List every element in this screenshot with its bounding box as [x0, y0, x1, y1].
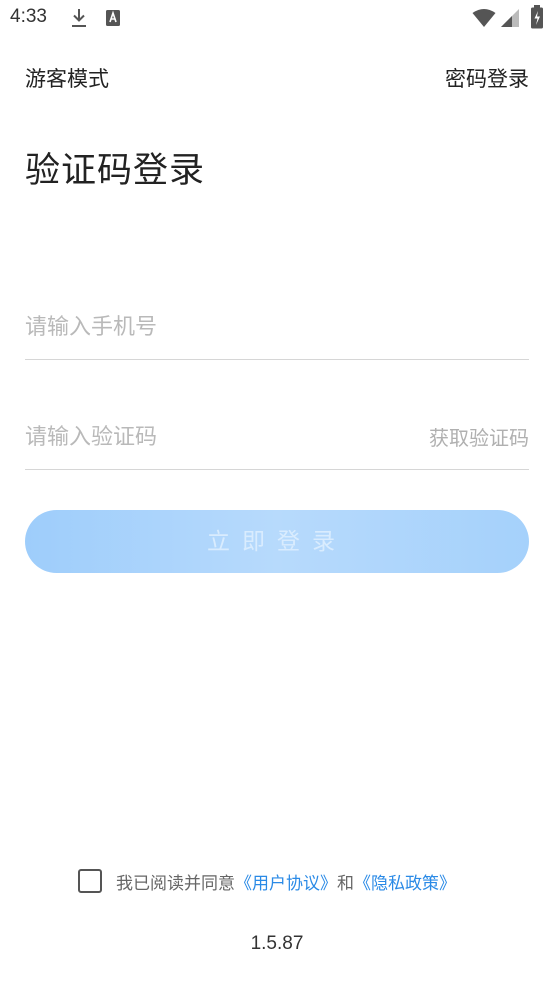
code-field-row: 获取验证码	[25, 412, 529, 470]
top-nav: 游客模式 密码登录	[0, 55, 554, 99]
get-code-button[interactable]: 获取验证码	[429, 422, 529, 451]
download-icon	[72, 9, 86, 27]
agreement-checkbox[interactable]	[78, 869, 102, 893]
guest-mode-link[interactable]: 游客模式	[25, 63, 109, 93]
signal-icon	[501, 9, 519, 27]
battery-icon	[531, 5, 543, 29]
user-agreement-link[interactable]: 《用户协议》	[235, 869, 337, 894]
login-button[interactable]: 立即登录	[25, 510, 529, 573]
verification-code-input[interactable]	[25, 412, 405, 462]
wifi-icon	[472, 9, 496, 27]
status-bar: 4:33	[0, 0, 554, 38]
status-time: 4:33	[10, 6, 47, 27]
agreement-prefix: 我已阅读并同意	[116, 873, 235, 894]
login-screen: 4:33 游客模式 密码登录 验证码登录 获取验证码	[0, 0, 554, 984]
phone-field-row	[25, 302, 529, 360]
page-title: 验证码登录	[25, 151, 206, 191]
keyboard-icon	[106, 10, 120, 26]
phone-input[interactable]	[25, 302, 529, 352]
agreement-conjunction: 和	[337, 873, 354, 894]
password-login-link[interactable]: 密码登录	[445, 63, 529, 93]
agreement-row: 我已阅读并同意 《用户协议》 和 《隐私政策》	[78, 866, 456, 896]
app-version: 1.5.87	[250, 933, 304, 954]
privacy-policy-link[interactable]: 《隐私政策》	[354, 869, 456, 894]
